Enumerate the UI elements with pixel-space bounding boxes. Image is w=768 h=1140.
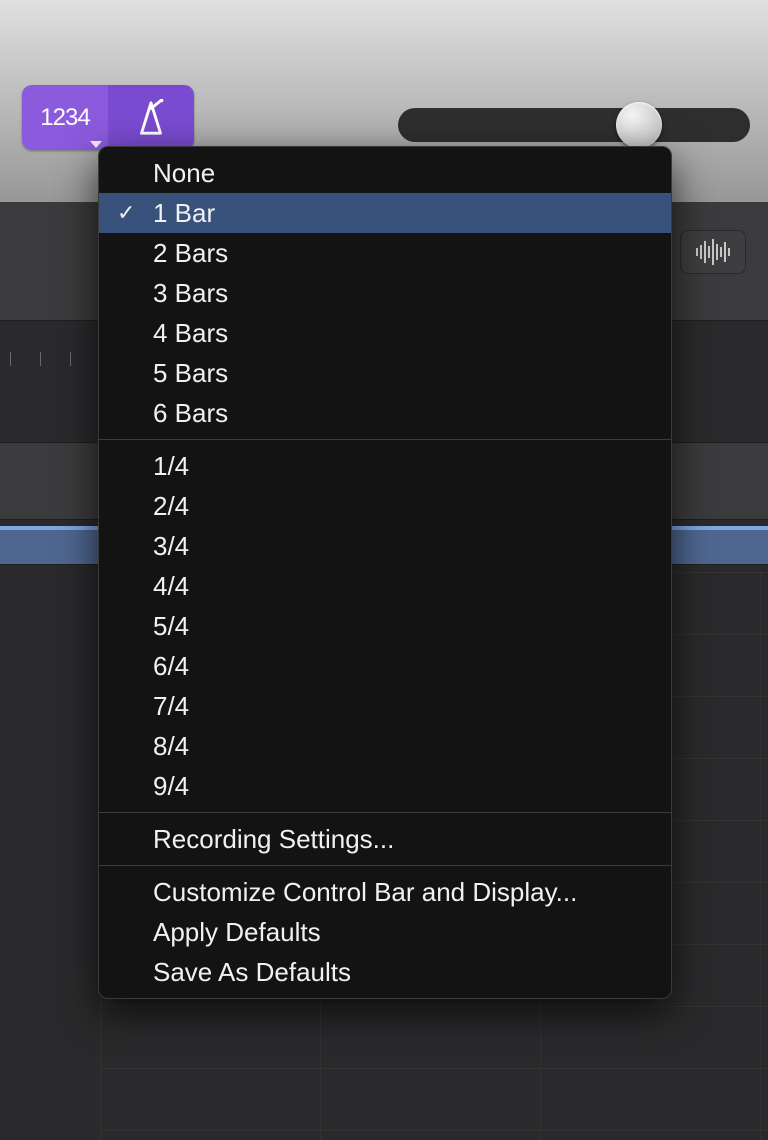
menu-item-label: 5 Bars <box>153 358 228 389</box>
menu-item-label: 1 Bar <box>153 198 215 229</box>
countin-button[interactable]: 1234 <box>22 85 108 150</box>
menu-item-label: 1/4 <box>153 451 189 482</box>
menu-item-4-bars[interactable]: 4 Bars <box>99 313 671 353</box>
view-mode-button[interactable] <box>680 230 746 274</box>
menu-item-label: 2 Bars <box>153 238 228 269</box>
menu-item-9-4[interactable]: 9/4 <box>99 766 671 806</box>
menu-item-2-bars[interactable]: 2 Bars <box>99 233 671 273</box>
menu-item-label: 7/4 <box>153 691 189 722</box>
menu-item-6-bars[interactable]: 6 Bars <box>99 393 671 433</box>
metronome-button[interactable] <box>108 85 194 150</box>
menu-item-label: 9/4 <box>153 771 189 802</box>
menu-item-label: 5/4 <box>153 611 189 642</box>
menu-item-label: 8/4 <box>153 731 189 762</box>
chevron-down-icon <box>90 141 102 148</box>
menu-item-recording-settings[interactable]: Recording Settings... <box>99 819 671 859</box>
menu-item-5-4[interactable]: 5/4 <box>99 606 671 646</box>
check-icon: ✓ <box>117 200 135 226</box>
countin-buttons: 1234 <box>22 85 194 150</box>
menu-item-label: 3 Bars <box>153 278 228 309</box>
countin-menu: None ✓ 1 Bar 2 Bars 3 Bars 4 Bars 5 Bars… <box>98 146 672 999</box>
menu-item-4-4[interactable]: 4/4 <box>99 566 671 606</box>
menu-item-5-bars[interactable]: 5 Bars <box>99 353 671 393</box>
menu-item-2-4[interactable]: 2/4 <box>99 486 671 526</box>
zoom-slider[interactable] <box>398 108 750 142</box>
menu-item-7-4[interactable]: 7/4 <box>99 686 671 726</box>
menu-item-label: Save As Defaults <box>153 957 351 988</box>
menu-separator <box>99 865 671 866</box>
menu-item-1-bar[interactable]: ✓ 1 Bar <box>99 193 671 233</box>
menu-item-label: Customize Control Bar and Display... <box>153 877 577 908</box>
menu-item-save-defaults[interactable]: Save As Defaults <box>99 952 671 992</box>
menu-item-3-bars[interactable]: 3 Bars <box>99 273 671 313</box>
menu-separator <box>99 812 671 813</box>
menu-item-label: 2/4 <box>153 491 189 522</box>
menu-item-label: Apply Defaults <box>153 917 321 948</box>
menu-item-apply-defaults[interactable]: Apply Defaults <box>99 912 671 952</box>
menu-item-label: Recording Settings... <box>153 824 394 855</box>
menu-item-label: 3/4 <box>153 531 189 562</box>
menu-separator <box>99 439 671 440</box>
menu-item-label: 4 Bars <box>153 318 228 349</box>
menu-item-label: None <box>153 158 215 189</box>
menu-item-customize[interactable]: Customize Control Bar and Display... <box>99 872 671 912</box>
menu-item-label: 6 Bars <box>153 398 228 429</box>
menu-item-label: 6/4 <box>153 651 189 682</box>
menu-item-3-4[interactable]: 3/4 <box>99 526 671 566</box>
menu-item-6-4[interactable]: 6/4 <box>99 646 671 686</box>
metronome-icon <box>132 99 170 137</box>
countin-label: 1234 <box>40 104 89 132</box>
menu-item-1-4[interactable]: 1/4 <box>99 446 671 486</box>
menu-item-label: 4/4 <box>153 571 189 602</box>
menu-item-8-4[interactable]: 8/4 <box>99 726 671 766</box>
slider-knob[interactable] <box>616 102 662 148</box>
menu-item-none[interactable]: None <box>99 153 671 193</box>
